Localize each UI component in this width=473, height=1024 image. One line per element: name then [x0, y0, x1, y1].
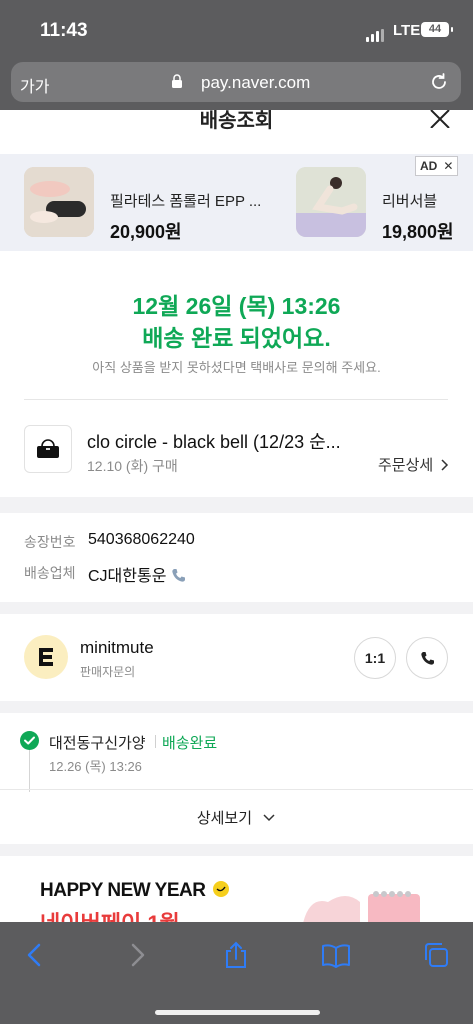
ad-product-name: 필라테스 폼롤러 EPP ...: [110, 193, 262, 210]
battery-icon: 44: [421, 22, 453, 37]
share-icon[interactable]: [221, 940, 251, 970]
phone-icon: [172, 569, 185, 582]
section-gap: [0, 844, 473, 856]
divider: [24, 399, 448, 400]
calendar-illustration: [303, 891, 420, 922]
seller-inquiry-label: 판매자문의: [80, 665, 136, 679]
divider: [0, 789, 473, 790]
url-text[interactable]: pay.naver.com: [201, 73, 310, 93]
ad-product-name: 리버서블: [382, 193, 438, 210]
carrier-link[interactable]: CJ대한통운: [88, 562, 186, 586]
reload-icon[interactable]: [429, 72, 449, 92]
chevron-down-icon: [263, 814, 275, 822]
bookmarks-icon[interactable]: [321, 940, 351, 970]
network-label: LTE: [393, 22, 421, 39]
text-size-button[interactable]: 가가: [20, 73, 49, 97]
promo-banner[interactable]: HAPPY NEW YEAR 네이버페이 1월: [0, 856, 473, 922]
delivery-status: 배송 완료 되었어요.: [142, 325, 331, 351]
delivery-help-text: 아직 상품을 받지 못하셨다면 택배사로 문의해 주세요.: [92, 360, 381, 375]
ad-product-image: [24, 167, 94, 237]
phone-icon: [420, 652, 434, 665]
browser-toolbar: [0, 922, 473, 1024]
divider: [155, 735, 156, 748]
status-bar: 11:43 LTE 44: [0, 0, 473, 58]
ad-banner: 필라테스 폼롤러 EPP ... 20,900원 리버서블 19,800원 AD…: [0, 154, 473, 251]
home-indicator: [155, 1010, 320, 1015]
view-details-button[interactable]: 상세보기: [0, 807, 473, 828]
carrier-label: 배송업체: [24, 565, 76, 581]
forward-icon[interactable]: [122, 940, 152, 970]
product-image[interactable]: [24, 425, 72, 473]
tracking-status: 배송완료: [162, 735, 218, 752]
clock: 11:43: [40, 20, 88, 41]
ad-product-price: 19,800원: [382, 222, 454, 242]
tracking-location: 대전동구신가양: [49, 735, 146, 752]
address-bar[interactable]: 가가 pay.naver.com: [11, 62, 461, 102]
lock-icon: [172, 74, 182, 88]
ad-badge[interactable]: AD ✕: [415, 156, 459, 176]
view-details-label: 상세보기: [196, 810, 253, 827]
order-detail-label: 주문상세: [378, 457, 434, 474]
banner-subtitle: 네이버페이 1월: [40, 906, 180, 922]
order-detail-link[interactable]: 주문상세: [378, 454, 449, 475]
banner-title: HAPPY NEW YEAR: [40, 880, 230, 902]
coin-icon: [213, 881, 230, 897]
signal-icon: [366, 24, 386, 42]
browser-address-area: 가가 pay.naver.com: [0, 58, 473, 110]
page-title: 배송조회: [199, 110, 274, 132]
seller-name[interactable]: minitmute: [80, 638, 154, 658]
seller-avatar[interactable]: [24, 635, 68, 679]
chat-button[interactable]: 1:1: [354, 637, 396, 679]
close-icon[interactable]: [428, 110, 452, 128]
tracking-time: 12.26 (목) 13:26: [49, 759, 142, 774]
chevron-right-icon: [441, 459, 449, 471]
ad-label: AD: [420, 159, 438, 173]
ad-close-icon[interactable]: ✕: [443, 157, 453, 175]
delivery-date: 12월 26일 (목) 13:26: [132, 293, 341, 319]
purchase-date: 12.10 (화) 구매: [87, 458, 178, 474]
product-name[interactable]: clo circle - black bell (12/23 순...: [87, 428, 341, 454]
section-gap: [0, 602, 473, 614]
check-icon: [20, 731, 39, 750]
tracking-number: 540368062240: [88, 531, 195, 548]
tabs-icon[interactable]: [421, 940, 451, 970]
ad-product-price: 20,900원: [110, 222, 182, 242]
back-icon[interactable]: [20, 940, 50, 970]
call-button[interactable]: [406, 637, 448, 679]
timeline-line: [29, 750, 30, 792]
carrier-name: CJ대한통운: [88, 568, 167, 585]
section-gap: [0, 497, 473, 513]
page-content: 배송조회 필라테스 폼롤러 EPP ... 20,900원 리버서블 19,80…: [0, 110, 473, 922]
section-gap: [0, 701, 473, 713]
ad-product-image: [296, 167, 366, 237]
tracking-number-label: 송장번호: [24, 534, 76, 550]
